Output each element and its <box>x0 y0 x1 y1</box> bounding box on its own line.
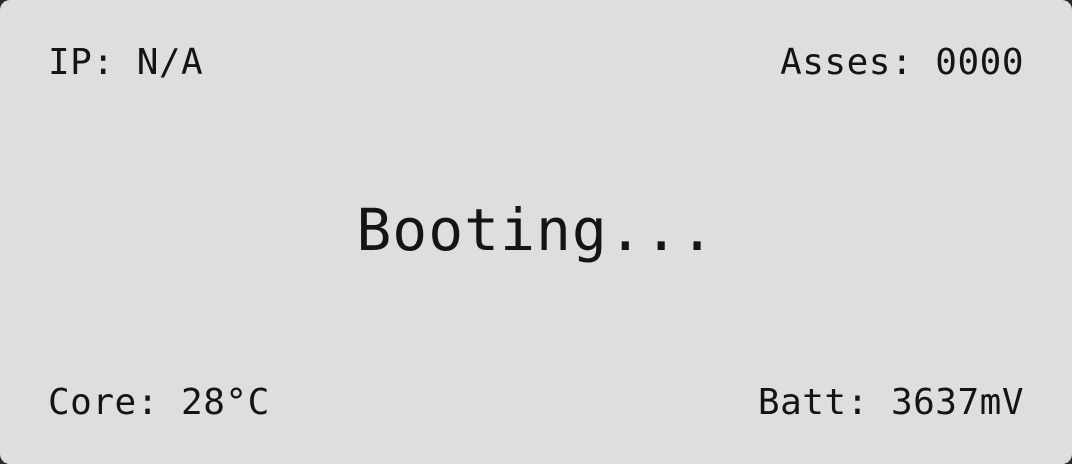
ip-readout: IP: N/A <box>48 45 203 81</box>
device-status-screen: IP: N/A Asses: 0000 Booting... Core: 28°… <box>0 0 1072 464</box>
core-temp-readout: Core: 28°C <box>48 385 270 421</box>
boot-status-message: Booting... <box>356 196 716 264</box>
assets-label: Asses: <box>780 42 936 83</box>
battery-value: 3637mV <box>890 382 1024 423</box>
core-value: 28°C <box>181 382 270 423</box>
core-label: Core: <box>48 382 182 423</box>
ip-label: IP: <box>48 42 137 83</box>
assets-value: 0000 <box>935 42 1024 83</box>
ip-value: N/A <box>136 42 204 83</box>
assets-readout: Asses: 0000 <box>780 45 1024 81</box>
battery-readout: Batt: 3637mV <box>758 385 1024 421</box>
battery-label: Batt: <box>757 382 891 423</box>
